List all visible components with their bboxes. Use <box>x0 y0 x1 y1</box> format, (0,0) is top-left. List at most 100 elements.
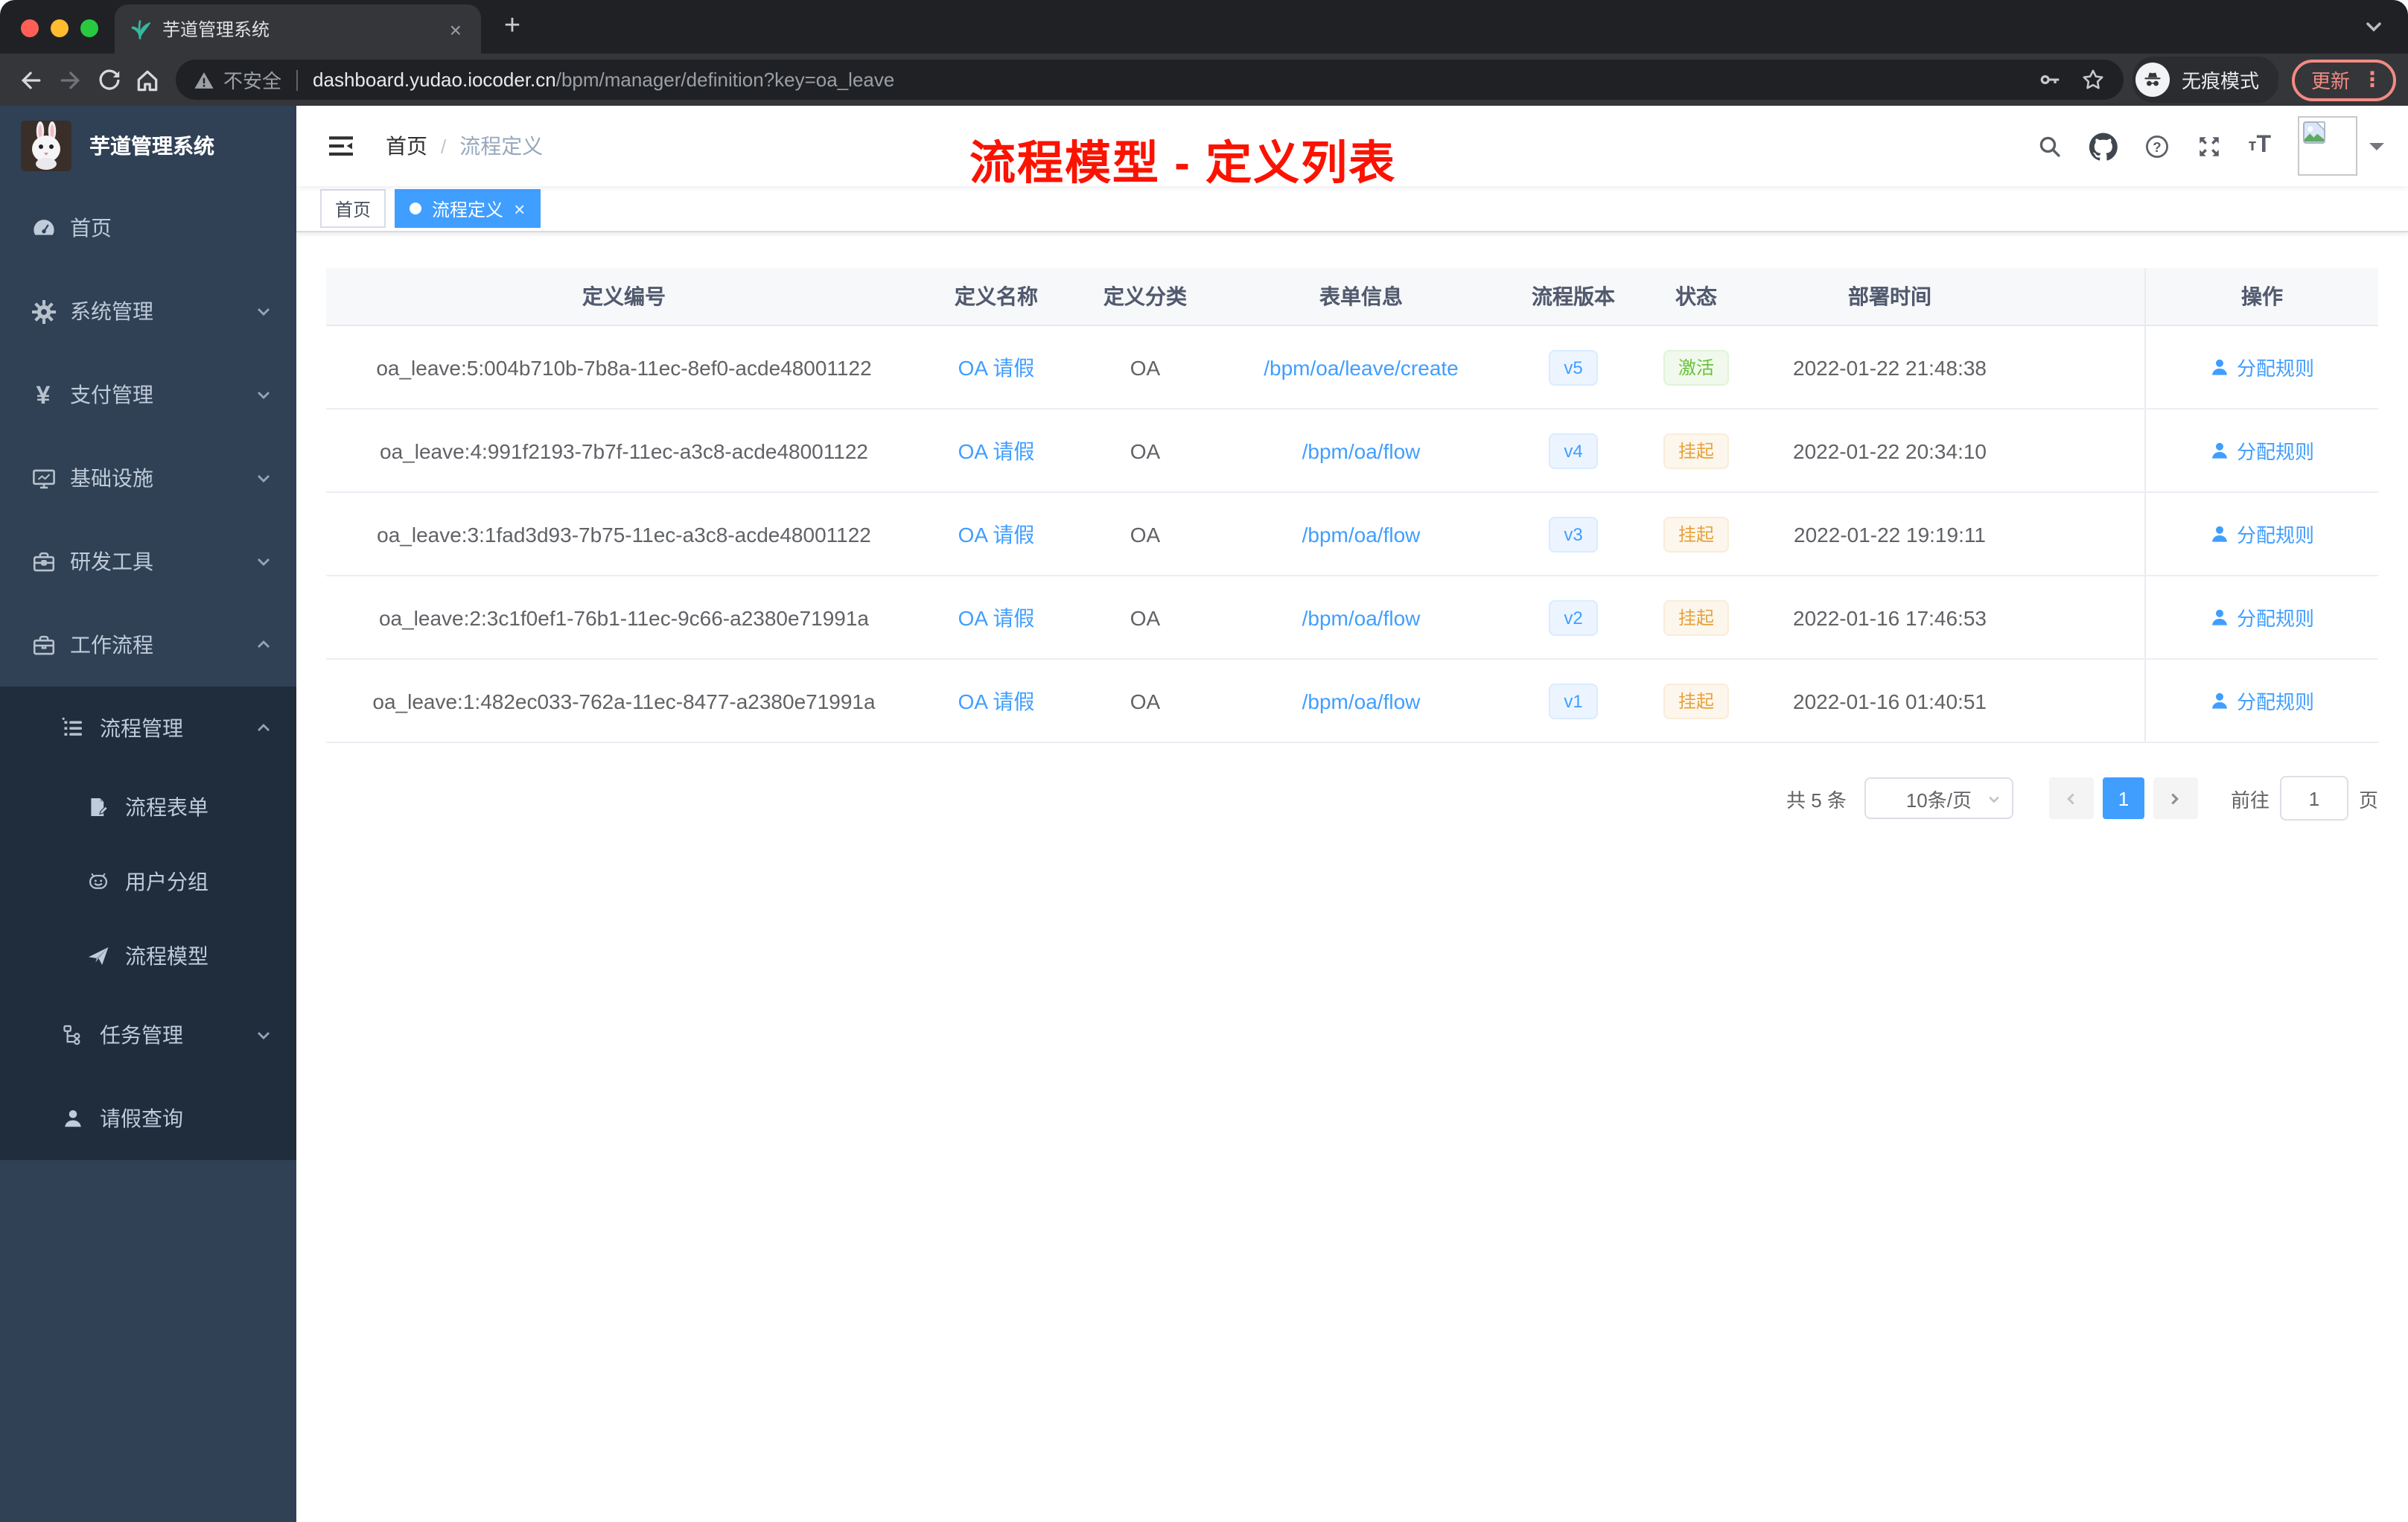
next-page-button[interactable] <box>2153 777 2198 819</box>
breadcrumb-current: 流程定义 <box>459 134 544 158</box>
tag-home[interactable]: 首页 <box>320 189 386 228</box>
font-size-icon[interactable]: тT <box>2249 133 2271 159</box>
form-link[interactable]: /bpm/oa/flow <box>1302 605 1421 629</box>
fullscreen-icon[interactable] <box>2197 133 2222 159</box>
sidebar-item-label: 流程模型 <box>125 944 208 968</box>
app-title: 芋道管理系统 <box>89 134 214 158</box>
new-tab-button[interactable]: + <box>493 9 532 48</box>
briefcase-icon <box>30 632 57 657</box>
sidebar-item-devtools[interactable]: 研发工具 <box>0 520 296 603</box>
sidebar-item-label: 任务管理 <box>100 1023 183 1047</box>
definition-name-link[interactable]: OA 请假 <box>958 602 1035 632</box>
definition-name-link[interactable]: OA 请假 <box>958 352 1035 382</box>
incognito-chip: 无痕模式 <box>2132 57 2278 103</box>
form-link[interactable]: /bpm/oa/flow <box>1302 522 1421 546</box>
breadcrumb-separator: / <box>441 135 447 157</box>
sidebar-item-home[interactable]: 首页 <box>0 186 296 270</box>
tags-view: 首页 流程定义 × <box>296 186 2408 232</box>
user-icon <box>2211 609 2227 625</box>
tab-search-chevron-icon[interactable] <box>2363 16 2384 37</box>
assign-rule-button[interactable]: 分配规则 <box>2210 603 2314 631</box>
version-badge: v3 <box>1549 516 1598 552</box>
browser-menu-kebab-icon[interactable]: ⋮ <box>2362 67 2383 92</box>
back-icon[interactable] <box>12 60 51 99</box>
sidebar-item-user-group[interactable]: 用户分组 <box>0 844 296 919</box>
assign-rule-button[interactable]: 分配规则 <box>2210 520 2314 548</box>
star-icon[interactable] <box>2080 67 2106 92</box>
sidebar-item-task-management[interactable]: 任务管理 <box>0 993 296 1077</box>
dashboard-icon <box>30 215 57 241</box>
sidebar-item-leave-query[interactable]: 请假查询 <box>0 1077 296 1160</box>
definition-name-link[interactable]: OA 请假 <box>958 686 1035 716</box>
traffic-lights <box>21 19 98 37</box>
browser-tab[interactable]: 芋道管理系统 × <box>115 4 481 54</box>
definition-category: OA <box>1130 522 1161 546</box>
broken-image-icon <box>2303 121 2325 144</box>
page-content: 定义编号 定义名称 定义分类 表单信息 流程版本 状态 部署时间 操作 oa_l… <box>296 232 2408 1522</box>
col-header-form: 表单信息 <box>1319 284 1403 308</box>
deploy-time: 2022-01-22 20:34:10 <box>1793 439 1987 462</box>
update-button[interactable]: 更新 ⋮ <box>2291 59 2396 101</box>
sidebar-item-process-management[interactable]: 流程管理 <box>0 687 296 770</box>
tag-close-icon[interactable]: × <box>514 199 525 218</box>
github-icon[interactable] <box>2089 132 2118 160</box>
zoom-window-button[interactable] <box>80 19 98 37</box>
definition-category: OA <box>1130 355 1161 379</box>
breadcrumb-home[interactable]: 首页 <box>386 131 427 161</box>
warning-icon <box>194 69 214 90</box>
sidebar-fold-icon[interactable] <box>320 131 362 161</box>
user-icon <box>2211 692 2227 709</box>
assign-rule-button[interactable]: 分配规则 <box>2210 687 2314 715</box>
security-label[interactable]: 不安全 <box>223 66 281 94</box>
browser-window: 芋道管理系统 × + 不安全 dashboard.yudao.iocoder.c… <box>0 0 2408 1522</box>
tab-title: 芋道管理系统 <box>162 19 270 40</box>
page-number-1[interactable]: 1 <box>2102 777 2144 819</box>
key-icon[interactable] <box>2037 67 2063 92</box>
prev-page-button[interactable] <box>2048 777 2094 819</box>
table-row: oa_leave:1:482ec033-762a-11ec-8477-a2380… <box>326 660 2378 743</box>
pagination: 共 5 条 10条/页 1 前往 页 <box>326 776 2378 821</box>
tag-process-definition[interactable]: 流程定义 × <box>395 189 541 228</box>
version-badge: v2 <box>1549 599 1598 635</box>
home-icon[interactable] <box>128 60 167 99</box>
tab-close-icon[interactable]: × <box>445 17 466 41</box>
col-header-deploy-time: 部署时间 <box>1848 284 1931 308</box>
goto-page-input[interactable] <box>2279 776 2348 821</box>
search-icon[interactable] <box>2037 133 2063 159</box>
sidebar-item-process-form[interactable]: 流程表单 <box>0 770 296 844</box>
version-badge: v4 <box>1549 433 1598 468</box>
forward-icon[interactable] <box>51 60 89 99</box>
org-tree-icon <box>60 1023 86 1047</box>
form-link[interactable]: /bpm/oa/flow <box>1302 689 1421 713</box>
sidebar-item-system[interactable]: 系统管理 <box>0 270 296 353</box>
deploy-time: 2022-01-22 21:48:38 <box>1793 355 1987 379</box>
definition-id: oa_leave:5:004b710b-7b8a-11ec-8ef0-acde4… <box>376 355 872 379</box>
definition-id: oa_leave:1:482ec033-762a-11ec-8477-a2380… <box>372 689 876 713</box>
definition-name-link[interactable]: OA 请假 <box>958 519 1035 549</box>
active-tag-dot <box>410 203 422 214</box>
minimize-window-button[interactable] <box>51 19 69 37</box>
definition-name-link[interactable]: OA 请假 <box>958 436 1035 465</box>
sidebar-item-payment[interactable]: ¥ 支付管理 <box>0 353 296 436</box>
sidebar-item-label: 系统管理 <box>70 299 153 323</box>
status-badge: 激活 <box>1663 349 1729 385</box>
chevron-up-icon <box>255 719 273 737</box>
incognito-label: 无痕模式 <box>2181 70 2259 92</box>
sidebar-item-workflow[interactable]: 工作流程 <box>0 603 296 687</box>
avatar[interactable] <box>2298 116 2357 176</box>
status-badge: 挂起 <box>1663 599 1729 635</box>
sidebar-item-process-model[interactable]: 流程模型 <box>0 919 296 993</box>
reload-icon[interactable] <box>89 60 128 99</box>
caret-down-icon[interactable] <box>2369 143 2384 158</box>
form-link[interactable]: /bpm/oa/flow <box>1302 439 1421 462</box>
sidebar-item-infrastructure[interactable]: 基础设施 <box>0 436 296 520</box>
form-link[interactable]: /bpm/oa/leave/create <box>1264 355 1459 379</box>
assign-rule-button[interactable]: 分配规则 <box>2210 436 2314 465</box>
address-bar[interactable]: 不安全 dashboard.yudao.iocoder.cn /bpm/mana… <box>176 60 2124 100</box>
close-window-button[interactable] <box>21 19 39 37</box>
question-icon[interactable]: ? <box>2144 133 2170 159</box>
assign-rule-button[interactable]: 分配规则 <box>2210 353 2314 381</box>
tag-label: 流程定义 <box>432 199 504 220</box>
page-size-select[interactable]: 10条/页 <box>1864 777 2013 819</box>
rabbit-avatar <box>21 121 71 171</box>
